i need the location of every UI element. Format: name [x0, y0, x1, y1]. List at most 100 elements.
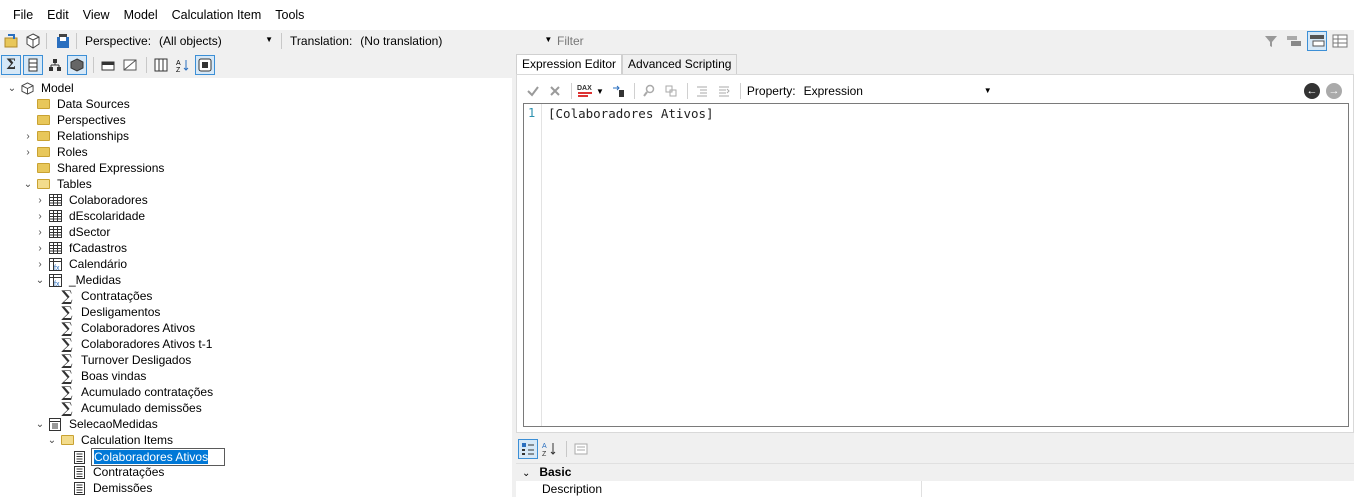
columns-icon[interactable] [151, 55, 171, 75]
tree-toolbar: Σ AZ [0, 54, 512, 76]
tree-node-shared-expressions[interactable]: Shared Expressions [22, 160, 166, 176]
property-pages-icon[interactable] [571, 439, 591, 459]
menu-edit[interactable]: Edit [40, 0, 76, 30]
partition-icon[interactable] [98, 55, 118, 75]
hidden-icon[interactable] [120, 55, 140, 75]
tree-label: _Medidas [69, 273, 122, 287]
hierarchy-icon[interactable] [45, 55, 65, 75]
deploy-icon[interactable] [24, 32, 42, 50]
menu-file[interactable]: File [6, 0, 40, 30]
tab-advanced-scripting[interactable]: Advanced Scripting [622, 54, 738, 74]
toolbar-separator [739, 83, 741, 99]
menu-model[interactable]: Model [117, 0, 165, 30]
tree-node-measure[interactable]: ∑ Acumulado demissões [58, 400, 204, 416]
tree-node-measure[interactable]: ∑ Turnover Desligados [58, 352, 193, 368]
open-icon[interactable] [3, 32, 21, 50]
grid-view-icon[interactable] [1330, 31, 1350, 51]
column-icon[interactable] [23, 55, 43, 75]
property-category-basic[interactable]: ⌄ Basic [516, 464, 1354, 481]
property-select[interactable]: Expression ▼ [804, 81, 994, 101]
toolbar-separator [686, 83, 688, 99]
tree-label: dEscolaridade [69, 209, 146, 223]
folder-open-icon [60, 433, 74, 447]
tree-node-model[interactable]: ⌄ Model [6, 80, 76, 96]
menu-calculation-item[interactable]: Calculation Item [165, 0, 269, 30]
table-icon [48, 209, 62, 223]
sigma-icon: ∑ [61, 335, 73, 353]
cancel-icon[interactable] [545, 81, 565, 101]
toolbar-separator [566, 441, 567, 457]
replace-icon[interactable] [661, 81, 681, 101]
tree-node-table[interactable]: › dEscolaridade [34, 208, 147, 224]
tree-node-tables[interactable]: ⌄ Tables [22, 176, 94, 192]
sigma-icon: ∑ [61, 303, 73, 321]
sigma-icon[interactable]: Σ [1, 55, 21, 75]
sigma-icon: ∑ [61, 319, 73, 337]
translation-select[interactable]: (No translation) ▼ [352, 31, 556, 51]
display-folders-icon[interactable] [195, 55, 215, 75]
perspective-select[interactable]: (All objects) ▼ [151, 31, 277, 51]
tree-node-table[interactable]: › dSector [34, 224, 112, 240]
forward-arrow-icon[interactable]: → [1326, 83, 1342, 99]
calculation-group-icon [48, 417, 62, 431]
tree-node-medidas[interactable]: ⌄ fx _Medidas [34, 272, 123, 288]
tree-node-calculation-item[interactable]: Contratações [70, 464, 166, 480]
tree-node-measure[interactable]: ∑ Desligamentos [58, 304, 162, 320]
chevron-right-icon[interactable]: › [22, 131, 34, 142]
tree-node-perspectives[interactable]: Perspectives [22, 112, 128, 128]
property-row-description[interactable]: Description [516, 481, 1354, 497]
tree-node-table[interactable]: › fCadastros [34, 240, 129, 256]
dependencies-icon[interactable] [608, 81, 628, 101]
chevron-right-icon[interactable]: › [34, 243, 46, 254]
tree-node-measure[interactable]: ∑ Colaboradores Ativos t-1 [58, 336, 214, 352]
chevron-right-icon[interactable]: › [34, 195, 46, 206]
filter-icon[interactable] [1261, 31, 1281, 51]
tree-label: Acumulado demissões [81, 401, 202, 415]
tree-label: Boas vindas [81, 369, 147, 383]
code-editor[interactable]: 1 [Colaboradores Ativos] [523, 103, 1349, 427]
chevron-down-icon[interactable]: ⌄ [46, 435, 58, 446]
tree-node-calculation-item[interactable]: Demissões [70, 480, 154, 496]
model-cube-icon[interactable] [67, 55, 87, 75]
tree-node-table[interactable]: › Colaboradores [34, 192, 150, 208]
chevron-down-icon[interactable]: ⌄ [522, 465, 536, 482]
tree-label: Contratações [93, 465, 165, 479]
chevron-right-icon[interactable]: › [34, 259, 46, 270]
accept-icon[interactable] [523, 81, 543, 101]
chevron-right-icon[interactable]: › [34, 227, 46, 238]
tree-node-measure[interactable]: ∑ Boas vindas [58, 368, 148, 384]
filter-input[interactable]: Filter [551, 30, 1271, 52]
save-icon[interactable] [54, 32, 72, 50]
chevron-right-icon[interactable]: › [34, 211, 46, 222]
sort-alphabetical-icon[interactable]: AZ [540, 439, 560, 459]
calculated-table-icon: fx [48, 273, 62, 287]
chevron-down-icon[interactable]: ⌄ [6, 83, 18, 94]
tree-node-calculation-group[interactable]: ⌄ SelecaoMedidas [34, 416, 160, 432]
chevron-down-icon[interactable]: ⌄ [34, 275, 46, 286]
tab-expression-editor[interactable]: Expression Editor [516, 54, 623, 75]
dax-formatter-icon[interactable]: DAX [576, 81, 596, 101]
tree-node-calculation-items-folder[interactable]: ⌄ Calculation Items [46, 432, 175, 448]
chevron-down-icon[interactable]: ▼ [596, 87, 604, 96]
list-view-icon[interactable] [1284, 31, 1304, 51]
chevron-down-icon[interactable]: ⌄ [34, 419, 46, 430]
tree-view-icon[interactable] [1307, 31, 1327, 51]
tree-node-measure[interactable]: ∑ Acumulado contratações [58, 384, 215, 400]
categorized-icon[interactable] [518, 439, 538, 459]
tree-node-data-sources[interactable]: Data Sources [22, 96, 132, 112]
uncomment-icon[interactable] [714, 81, 734, 101]
comment-icon[interactable] [692, 81, 712, 101]
back-arrow-icon[interactable]: ← [1304, 83, 1320, 99]
find-icon[interactable] [639, 81, 659, 101]
menu-view[interactable]: View [76, 0, 117, 30]
toolbar-separator [76, 33, 77, 49]
tree-node-measure[interactable]: ∑ Contratações [58, 288, 154, 304]
tree-node-measure[interactable]: ∑ Colaboradores Ativos [58, 320, 197, 336]
tree-node-calculated-table[interactable]: › fx Calendário [34, 256, 129, 272]
chevron-down-icon[interactable]: ⌄ [22, 179, 34, 190]
tree-node-relationships[interactable]: › Relationships [22, 128, 131, 144]
tree-node-roles[interactable]: › Roles [22, 144, 90, 160]
chevron-right-icon[interactable]: › [22, 147, 34, 158]
sort-az-icon[interactable]: AZ [173, 55, 193, 75]
menu-tools[interactable]: Tools [268, 0, 311, 30]
